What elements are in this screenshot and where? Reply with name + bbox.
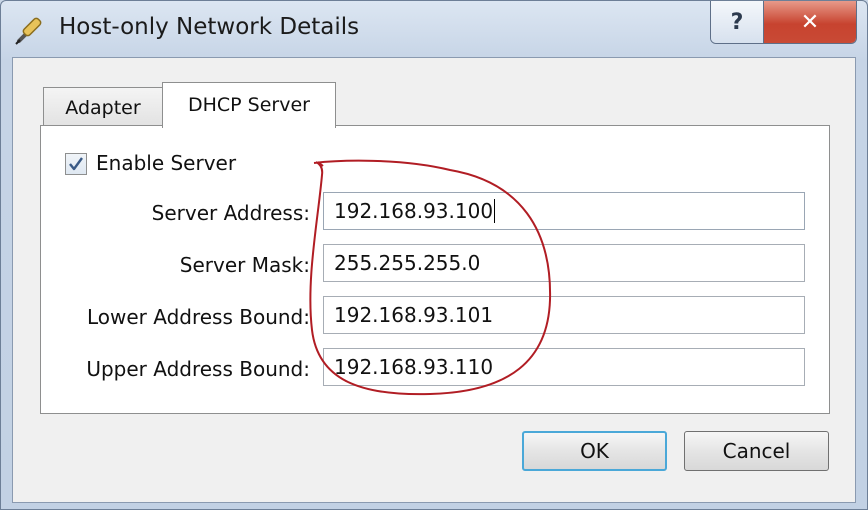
tab-dhcp-server-label: DHCP Server [188, 94, 310, 116]
server-mask-input[interactable]: 255.255.255.0 [323, 244, 805, 282]
cancel-button[interactable]: Cancel [684, 431, 829, 471]
server-mask-label: Server Mask: [179, 253, 310, 277]
ok-button[interactable]: OK [522, 431, 667, 471]
close-button[interactable]: ✕ [764, 1, 856, 43]
upper-address-bound-label: Upper Address Bound: [86, 357, 310, 381]
server-address-label: Server Address: [151, 201, 310, 225]
upper-address-bound-input[interactable]: 192.168.93.110 [323, 348, 805, 386]
server-address-input[interactable]: 192.168.93.100 [323, 192, 805, 230]
tab-adapter-label: Adapter [65, 97, 141, 119]
close-icon: ✕ [800, 9, 820, 35]
window-title: Host-only Network Details [59, 14, 360, 40]
server-mask-value: 255.255.255.0 [334, 251, 481, 275]
title-bar[interactable]: Host-only Network Details ? ✕ [1, 1, 867, 57]
screwdriver-icon [15, 17, 42, 45]
text-caret [494, 199, 496, 223]
cancel-button-label: Cancel [722, 439, 791, 463]
tab-dhcp-server[interactable]: DHCP Server [162, 82, 336, 128]
help-icon: ? [730, 9, 744, 35]
lower-address-bound-input[interactable]: 192.168.93.101 [323, 296, 805, 334]
ok-button-label: OK [580, 439, 609, 463]
caption-buttons: ? ✕ [710, 1, 857, 44]
upper-address-bound-value: 192.168.93.110 [334, 355, 494, 379]
tab-adapter[interactable]: Adapter [43, 87, 163, 127]
lower-address-bound-value: 192.168.93.101 [334, 303, 494, 327]
lower-address-bound-label: Lower Address Bound: [86, 305, 310, 329]
server-address-value: 192.168.93.100 [334, 199, 494, 223]
dialog-window: Host-only Network Details ? ✕ Adapter DH… [0, 0, 868, 510]
checkmark-icon [69, 157, 83, 171]
enable-server-checkbox[interactable] [65, 153, 87, 175]
enable-server-label[interactable]: Enable Server [96, 151, 236, 175]
dialog-client-area: Adapter DHCP Server Enable Server Server… [12, 57, 856, 503]
help-button[interactable]: ? [711, 1, 764, 43]
